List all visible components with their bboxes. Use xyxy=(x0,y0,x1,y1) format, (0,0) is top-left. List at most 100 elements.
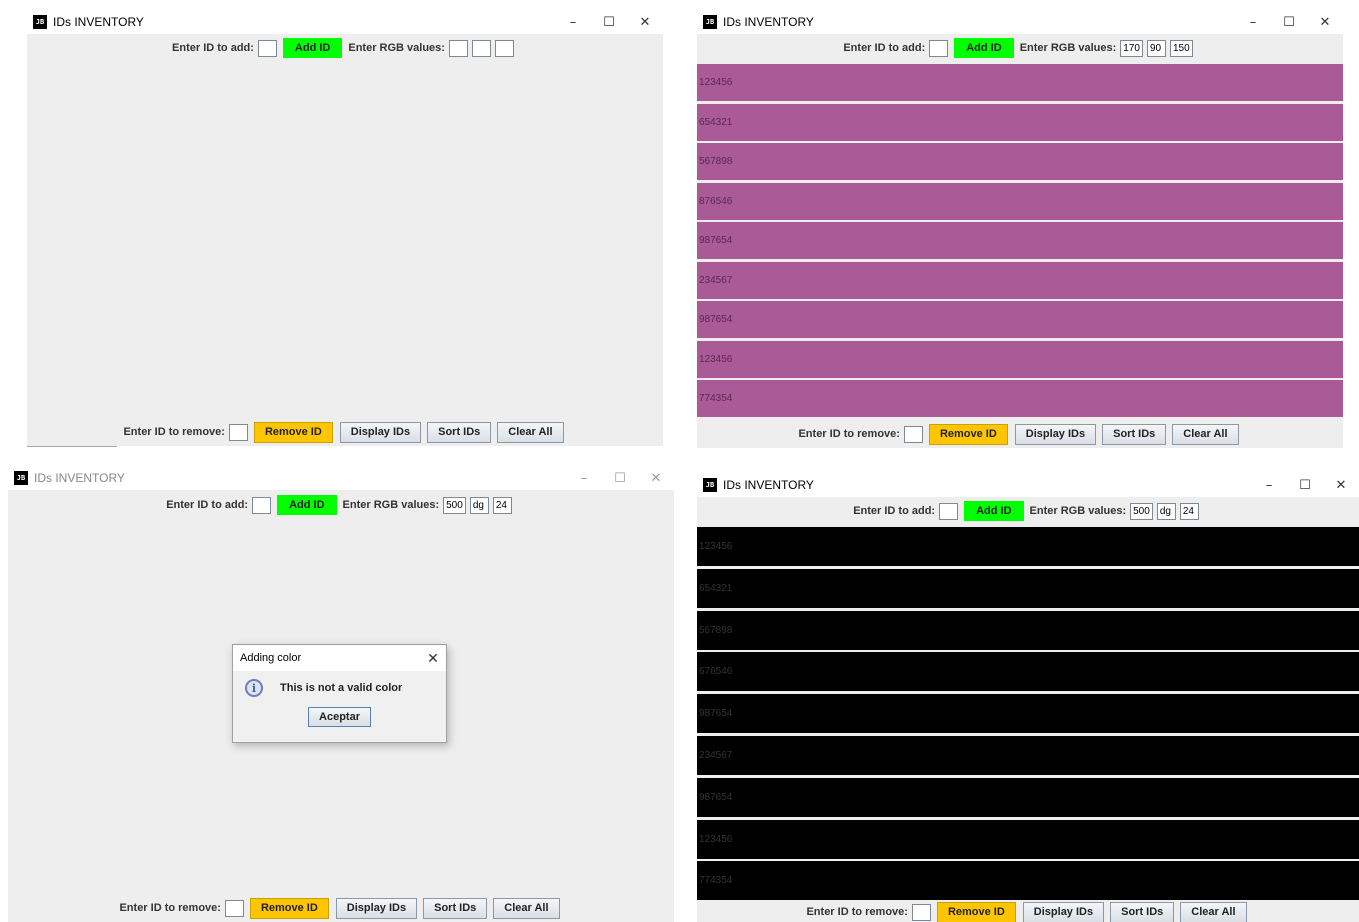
remove-id-button[interactable]: Remove ID xyxy=(928,423,1008,445)
id-list-item: 987654 xyxy=(697,301,1343,338)
dialog-button-row: Aceptar xyxy=(233,707,446,727)
clear-all-button[interactable]: Clear All xyxy=(497,421,564,443)
remove-row: Enter ID to remove: Remove ID Display ID… xyxy=(8,896,674,920)
rgb-green-input[interactable]: dg xyxy=(1156,502,1176,520)
minimize-icon[interactable]: – xyxy=(1251,473,1287,497)
display-ids-button[interactable]: Display IDs xyxy=(1022,901,1105,922)
add-id-input[interactable] xyxy=(929,39,949,57)
id-list-item: 123456 xyxy=(697,527,1359,566)
window-panel-1: JB IDs INVENTORY – ☐ ✕ Enter ID to add: … xyxy=(27,10,663,446)
remove-id-label: Enter ID to remove: xyxy=(123,426,225,438)
window-panel-2: JB IDs INVENTORY – ☐ ✕ Enter ID to add: … xyxy=(697,10,1343,448)
divider xyxy=(27,446,117,447)
rgb-green-input[interactable] xyxy=(471,39,491,57)
window-title: IDs INVENTORY xyxy=(34,471,125,485)
add-id-input[interactable] xyxy=(257,39,277,57)
rgb-blue-input[interactable] xyxy=(494,39,514,57)
display-ids-button[interactable]: Display IDs xyxy=(339,421,422,443)
rgb-red-input[interactable] xyxy=(448,39,468,57)
close-icon[interactable]: ✕ xyxy=(420,650,446,667)
add-id-button[interactable]: Add ID xyxy=(277,495,337,515)
dialog-message-row: i This is not a valid color xyxy=(233,671,446,697)
id-list-item: 987654 xyxy=(697,694,1359,734)
id-list: 123456 654321 567898 676546 987654 234567 9876… xyxy=(697,527,1359,901)
dialog-title-bar[interactable]: Adding color ✕ xyxy=(233,645,446,671)
add-id-label: Enter ID to add: xyxy=(166,499,249,511)
remove-id-input[interactable] xyxy=(903,425,923,443)
display-ids-button[interactable]: Display IDs xyxy=(1014,423,1097,445)
window-panel-3: JB IDs INVENTORY – ☐ ✕ Enter ID to add: … xyxy=(8,466,674,922)
rgb-green-input[interactable]: 90 xyxy=(1146,39,1166,57)
add-row: Enter ID to add: Add ID Enter RGB values… xyxy=(697,37,1343,59)
minimize-icon[interactable]: – xyxy=(1235,10,1271,34)
id-list-item: 654321 xyxy=(697,568,1359,608)
remove-id-input[interactable] xyxy=(228,423,248,441)
clear-all-button[interactable]: Clear All xyxy=(1180,901,1247,922)
sort-ids-button[interactable]: Sort IDs xyxy=(1102,423,1167,445)
rgb-label: Enter RGB values: xyxy=(1029,505,1127,517)
remove-row: Enter ID to remove: Remove ID Display ID… xyxy=(697,422,1343,446)
app-icon: JB xyxy=(33,15,47,29)
rgb-blue-input[interactable]: 24 xyxy=(492,496,512,514)
close-icon[interactable]: ✕ xyxy=(638,466,674,490)
sort-ids-button[interactable]: Sort IDs xyxy=(423,897,488,919)
title-bar[interactable]: JB IDs INVENTORY – ☐ ✕ xyxy=(697,10,1343,34)
remove-id-input[interactable] xyxy=(911,903,931,921)
maximize-icon[interactable]: ☐ xyxy=(1287,473,1323,497)
remove-row: Enter ID to remove: Remove ID Display ID… xyxy=(27,420,663,444)
accept-button[interactable]: Aceptar xyxy=(308,707,371,727)
close-icon[interactable]: ✕ xyxy=(1323,473,1359,497)
id-list-item: 987654 xyxy=(697,777,1359,817)
remove-id-button[interactable]: Remove ID xyxy=(249,897,329,919)
maximize-icon[interactable]: ☐ xyxy=(1271,10,1307,34)
rgb-green-input[interactable]: dg xyxy=(469,496,489,514)
add-id-button[interactable]: Add ID xyxy=(964,501,1024,521)
rgb-label: Enter RGB values: xyxy=(342,499,440,511)
display-ids-button[interactable]: Display IDs xyxy=(335,897,418,919)
remove-id-input[interactable] xyxy=(224,899,244,917)
add-id-input[interactable] xyxy=(252,496,272,514)
app-icon: JB xyxy=(14,471,28,485)
title-bar[interactable]: JB IDs INVENTORY – ☐ ✕ xyxy=(697,473,1359,497)
clear-all-button[interactable]: Clear All xyxy=(1172,423,1239,445)
dialog-title: Adding color xyxy=(240,652,302,664)
close-icon[interactable]: ✕ xyxy=(1307,10,1343,34)
title-bar[interactable]: JB IDs INVENTORY – ☐ ✕ xyxy=(27,10,663,34)
remove-id-button[interactable]: Remove ID xyxy=(253,421,333,443)
close-icon[interactable]: ✕ xyxy=(627,10,663,34)
id-list-item: 774354 xyxy=(697,380,1343,417)
maximize-icon[interactable]: ☐ xyxy=(602,466,638,490)
minimize-icon[interactable]: – xyxy=(566,466,602,490)
rgb-red-input[interactable]: 500 xyxy=(443,496,466,514)
id-list-item: 774354 xyxy=(697,861,1359,901)
window-title: IDs INVENTORY xyxy=(53,15,144,29)
maximize-icon[interactable]: ☐ xyxy=(591,10,627,34)
info-icon: i xyxy=(245,679,263,697)
clear-all-button[interactable]: Clear All xyxy=(493,897,560,919)
sort-ids-button[interactable]: Sort IDs xyxy=(1110,901,1175,922)
rgb-blue-input[interactable]: 150 xyxy=(1169,39,1193,57)
title-bar[interactable]: JB IDs INVENTORY – ☐ ✕ xyxy=(8,466,674,490)
remove-id-button[interactable]: Remove ID xyxy=(936,901,1016,922)
sort-ids-button[interactable]: Sort IDs xyxy=(427,421,492,443)
window-title: IDs INVENTORY xyxy=(723,478,814,492)
remove-id-label: Enter ID to remove: xyxy=(806,906,908,918)
rgb-red-input[interactable]: 170 xyxy=(1120,39,1143,57)
id-list: 123456 654321 567898 876546 987654 234567 9876… xyxy=(697,64,1343,418)
minimize-icon[interactable]: – xyxy=(555,10,591,34)
add-row: Enter ID to add: Add ID Enter RGB values… xyxy=(27,37,663,59)
id-list-item: 987654 xyxy=(697,222,1343,259)
add-id-label: Enter ID to add: xyxy=(843,42,926,54)
id-list-item: 567898 xyxy=(697,143,1343,180)
add-id-input[interactable] xyxy=(939,502,959,520)
id-list-item: 123456 xyxy=(697,340,1343,378)
add-id-button[interactable]: Add ID xyxy=(282,38,343,58)
rgb-red-input[interactable]: 500 xyxy=(1130,502,1153,520)
rgb-label: Enter RGB values: xyxy=(348,42,445,54)
window-title: IDs INVENTORY xyxy=(723,15,814,29)
add-id-label: Enter ID to add: xyxy=(172,42,254,54)
rgb-blue-input[interactable]: 24 xyxy=(1179,502,1199,520)
add-id-label: Enter ID to add: xyxy=(853,505,936,517)
add-id-button[interactable]: Add ID xyxy=(954,38,1014,58)
id-list-item: 234567 xyxy=(697,261,1343,299)
